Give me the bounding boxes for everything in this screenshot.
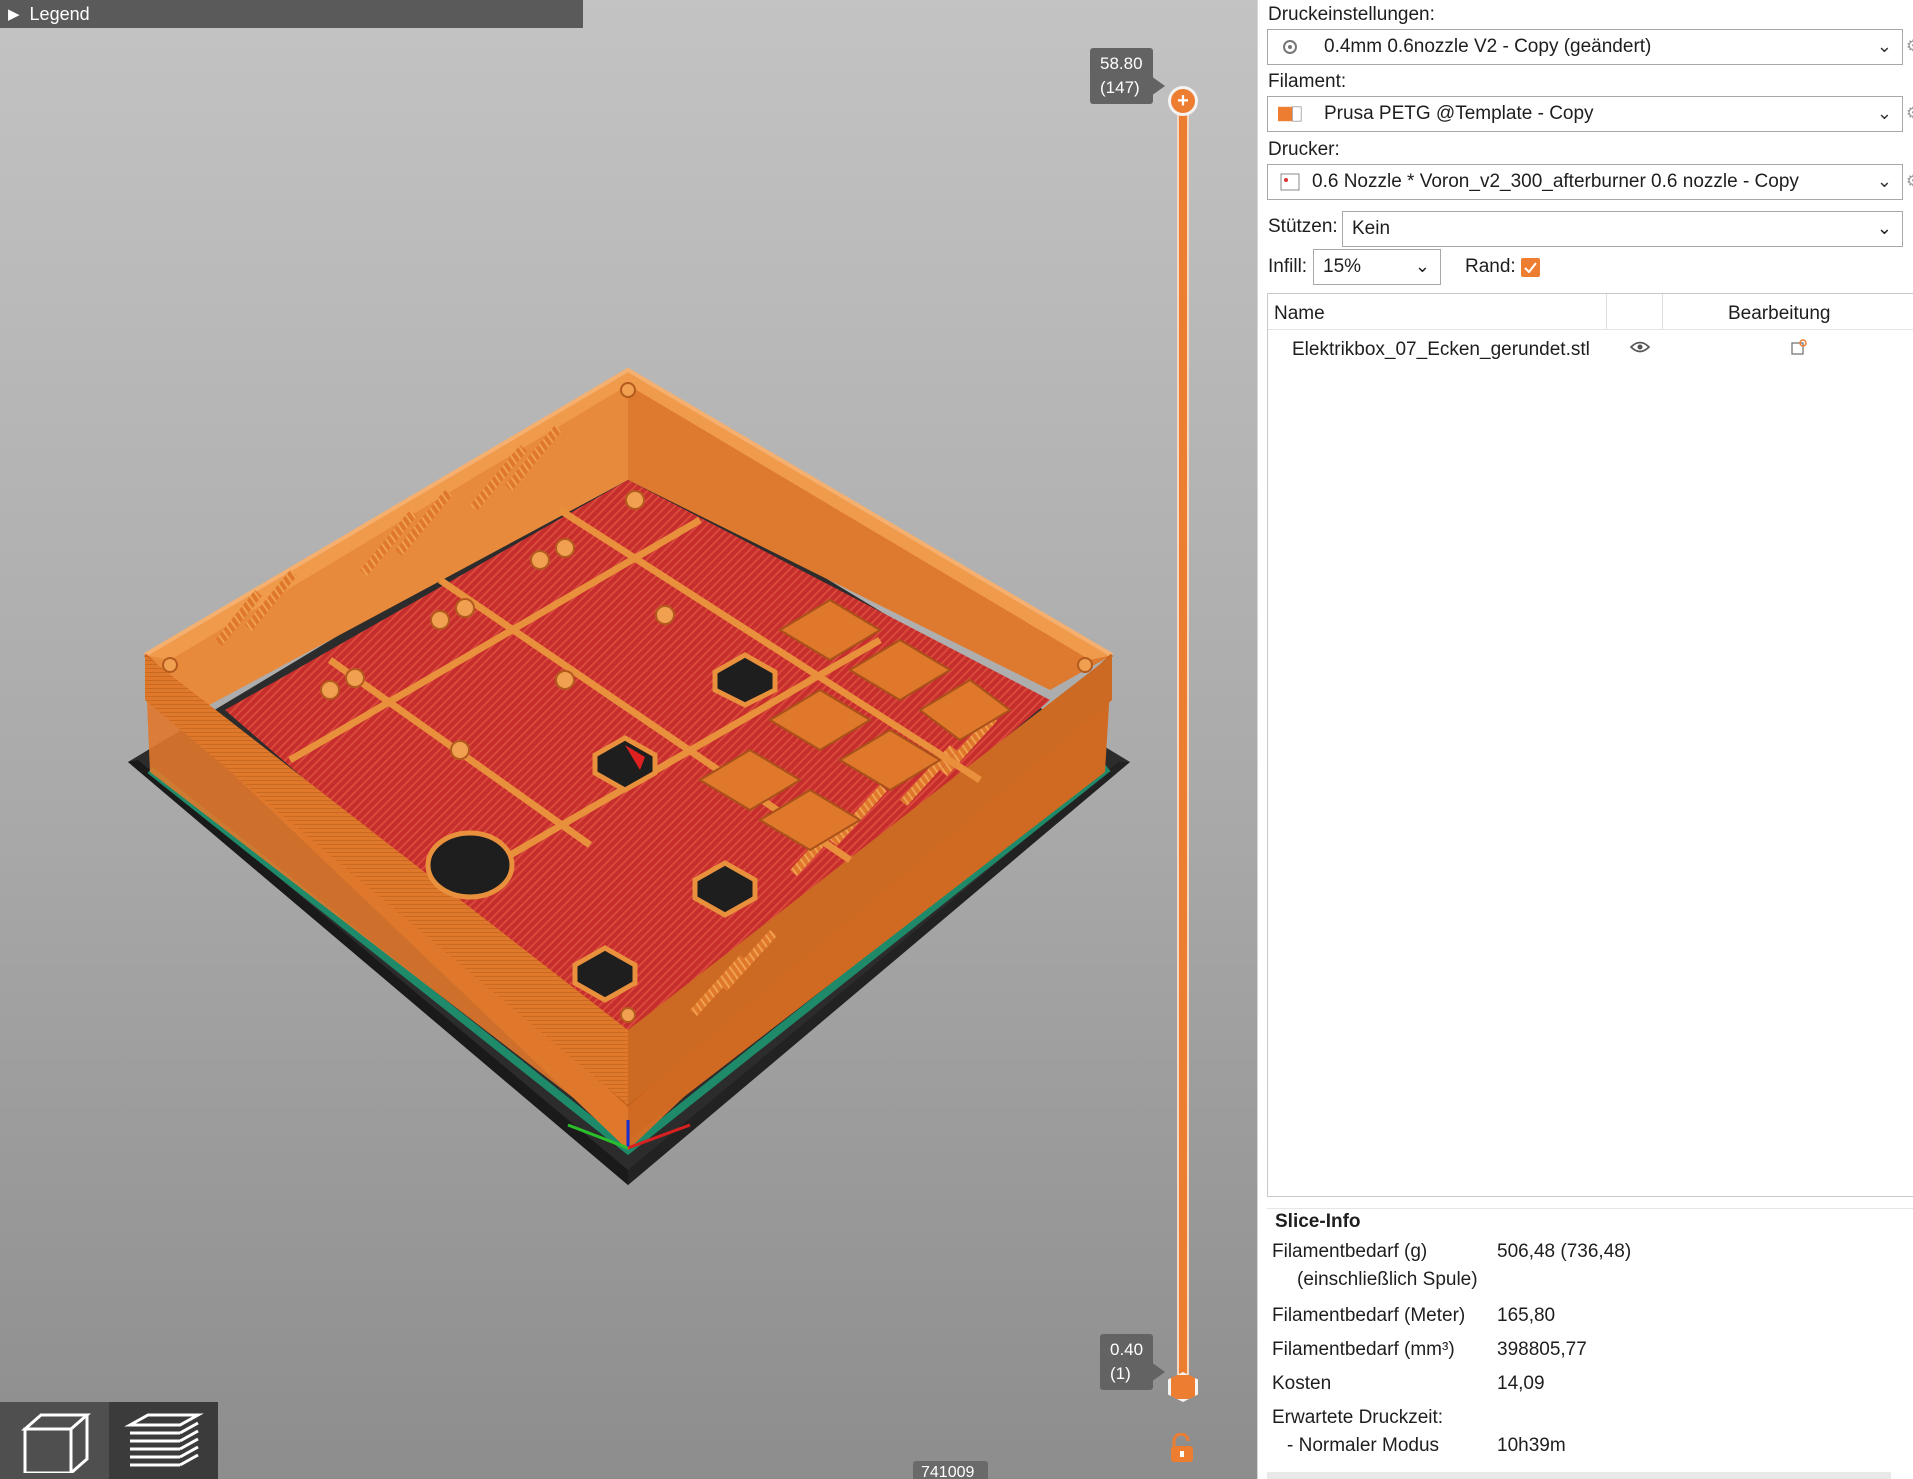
normal-mode-label: - Normaler Modus: [1287, 1435, 1440, 1456]
column-edit-header[interactable]: Bearbeitung: [1728, 303, 1830, 325]
chevron-down-icon: ⌄: [1876, 103, 1892, 123]
filament-weight-sublabel: (einschließlich Spule): [1297, 1269, 1478, 1290]
checkmark-icon: [1524, 262, 1537, 273]
print-time-label: Erwartete Druckzeit:: [1272, 1407, 1444, 1428]
filament-length-value: 165,80: [1497, 1305, 1556, 1326]
filament-combo[interactable]: Prusa PETG @Template - Copy ⌄: [1267, 96, 1903, 132]
cost-label: Kosten: [1272, 1373, 1332, 1394]
chevron-down-icon: ⌄: [1876, 218, 1892, 238]
view-mode-toggle: [0, 1402, 218, 1479]
filament-length-label: Filamentbedarf (Meter): [1272, 1305, 1466, 1326]
print-settings-value: 0.4mm 0.6nozzle V2 - Copy (geändert): [1324, 36, 1652, 57]
filament-value: Prusa PETG @Template - Copy: [1324, 103, 1594, 124]
bottom-layer-number: (1): [1110, 1364, 1131, 1383]
export-button-strip[interactable]: [1267, 1472, 1891, 1479]
top-layer-number: (147): [1100, 78, 1140, 97]
print-settings-combo[interactable]: 0.4mm 0.6nozzle V2 - Copy (geändert) ⌄: [1267, 29, 1903, 65]
object-list[interactable]: Name Bearbeitung Elektrikbox_07_Ecken_ge…: [1267, 293, 1913, 1197]
filament-color-icon: [1278, 104, 1302, 124]
column-divider: [1662, 294, 1663, 330]
filament-volume-label: Filamentbedarf (mm³): [1272, 1339, 1455, 1360]
legend-label: Legend: [29, 3, 90, 24]
settings-gear-icon[interactable]: ⚙: [1906, 103, 1913, 123]
filament-weight-value: 506,48 (736,48): [1497, 1241, 1632, 1262]
layer-slider-track[interactable]: [1177, 100, 1189, 1388]
cube-icon: [20, 1413, 91, 1473]
list-item[interactable]: Elektrikbox_07_Ecken_gerundet.stl: [1268, 332, 1913, 366]
cog-icon: [1278, 37, 1302, 57]
eye-icon[interactable]: [1630, 340, 1650, 354]
printer-combo[interactable]: 0.6 Nozzle * Voron_v2_300_afterburner 0.…: [1267, 164, 1903, 200]
column-name-header[interactable]: Name: [1274, 303, 1325, 325]
slice-info-title: Slice-Info: [1275, 1211, 1361, 1232]
brim-checkbox[interactable]: [1521, 258, 1540, 277]
supports-label: Stützen:: [1268, 216, 1338, 237]
top-layer-label: 58.80 (147): [1090, 48, 1165, 104]
object-list-header: Name Bearbeitung: [1268, 294, 1913, 330]
settings-gear-icon[interactable]: ⚙: [1906, 36, 1913, 56]
slice-info-panel: Slice-Info Filamentbedarf (g) (einschlie…: [1267, 1208, 1913, 1468]
legend-toggle[interactable]: ▶ Legend: [0, 0, 583, 28]
plus-icon: +: [1177, 89, 1189, 112]
layer-slider-top-thumb[interactable]: +: [1168, 86, 1198, 116]
printer-value: 0.6 Nozzle * Voron_v2_300_afterburner 0.…: [1312, 171, 1799, 192]
3d-preview-viewport[interactable]: ▶ Legend + 58.80 (147) 0.40 (1) 741009: [0, 0, 1257, 1479]
move-counter: 741009: [913, 1461, 988, 1479]
settings-gear-icon[interactable]: ⚙: [1906, 171, 1913, 191]
bottom-layer-height: 0.40: [1110, 1340, 1144, 1359]
normal-mode-value: 10h39m: [1497, 1435, 1566, 1456]
edit-icon[interactable]: [1791, 339, 1807, 355]
supports-value: Kein: [1352, 218, 1391, 239]
bottom-layer-label: 0.40 (1): [1100, 1334, 1166, 1390]
printer-label: Drucker:: [1268, 139, 1340, 160]
settings-sidebar: Druckeinstellungen: 0.4mm 0.6nozzle V2 -…: [1257, 0, 1913, 1479]
object-name: Elektrikbox_07_Ecken_gerundet.stl: [1292, 339, 1590, 360]
layers-icon: [123, 1413, 204, 1466]
printer-icon: [1278, 172, 1302, 192]
supports-combo[interactable]: Kein ⌄: [1342, 211, 1903, 247]
chevron-down-icon: ⌄: [1876, 171, 1892, 191]
filament-weight-label: Filamentbedarf (g): [1272, 1241, 1428, 1262]
expand-triangle-icon: ▶: [8, 6, 20, 23]
3d-view-button[interactable]: [0, 1402, 109, 1479]
preview-button[interactable]: [109, 1402, 218, 1479]
filament-label: Filament:: [1268, 71, 1347, 92]
sliced-model-scene[interactable]: [0, 0, 1257, 1479]
filament-volume-value: 398805,77: [1497, 1339, 1587, 1360]
lock-icon[interactable]: [1168, 1433, 1196, 1463]
print-settings-label: Druckeinstellungen:: [1268, 4, 1435, 25]
chevron-down-icon: ⌄: [1414, 256, 1430, 276]
infill-label: Infill:: [1268, 256, 1308, 277]
chevron-down-icon: ⌄: [1876, 36, 1892, 56]
infill-value: 15%: [1323, 256, 1362, 277]
cost-value: 14,09: [1497, 1373, 1545, 1394]
top-layer-height: 58.80: [1100, 54, 1143, 73]
infill-combo[interactable]: 15% ⌄: [1313, 249, 1441, 285]
column-divider: [1606, 294, 1607, 330]
brim-label: Rand:: [1465, 256, 1516, 277]
